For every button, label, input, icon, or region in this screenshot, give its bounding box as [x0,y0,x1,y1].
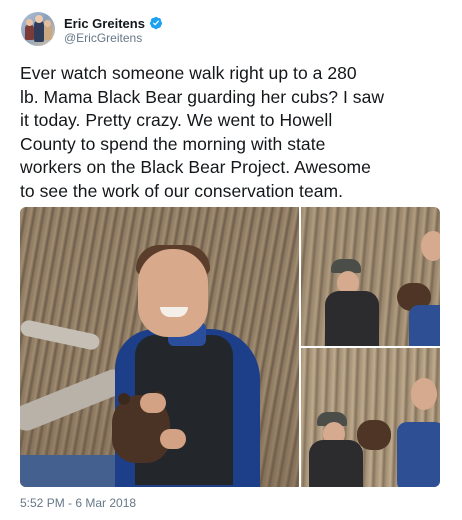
tweet-text-line: workers on the Black Bear Project. Aweso… [20,157,371,177]
tweet-text-line: lb. Mama Black Bear guarding her cubs? I… [20,86,385,107]
tweet-text: Ever watch someone walk right up to a 28… [20,62,450,203]
tweet-text-line: to see the work of our conservation team… [20,180,344,201]
verified-badge-icon [149,16,163,30]
media-grid [20,207,440,487]
tweet-text-line: County to spend the morning with state [20,133,326,154]
author-name-row[interactable]: Eric Greitens [64,14,163,32]
photo-man-holding-cub[interactable] [20,207,299,487]
tweet-timestamp[interactable]: 5:52 PM - 6 Mar 2018 [20,496,136,510]
tweet-text-line: it today. Pretty crazy. We went to Howel… [20,110,333,130]
avatar[interactable] [21,12,55,46]
photo-workers-with-cub[interactable] [301,207,440,346]
photo-worker-holding-cub[interactable] [301,348,440,487]
tweet-card: Eric Greitens @EricGreitens Ever watch s… [0,0,462,520]
tweet-text-line: Ever watch someone walk right up to a 28… [20,63,357,83]
author-handle[interactable]: @EricGreitens [64,31,142,45]
author-display-name[interactable]: Eric Greitens [64,16,145,31]
